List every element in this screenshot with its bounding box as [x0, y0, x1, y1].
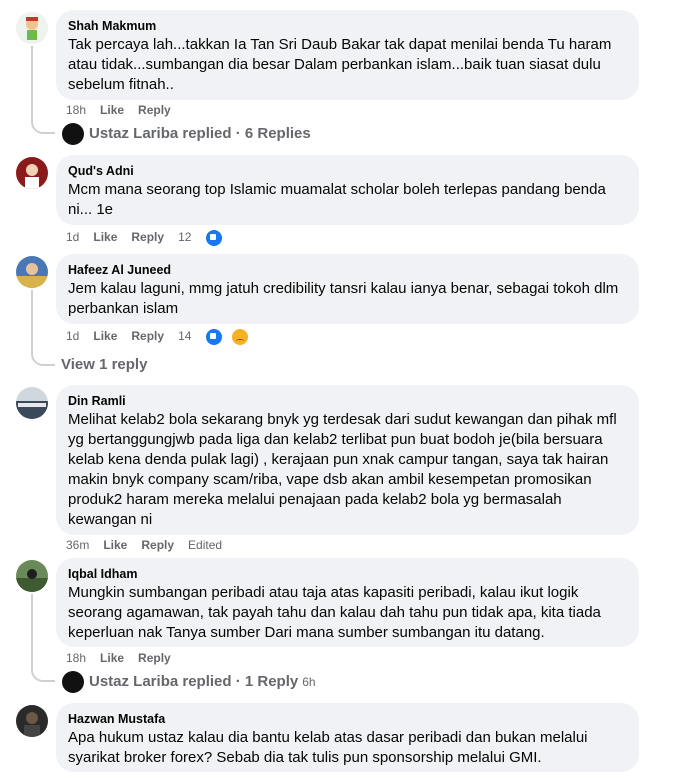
thread-curve — [31, 342, 55, 366]
avatar[interactable] — [16, 157, 48, 189]
thread-line — [31, 594, 33, 664]
sad-reaction-icon — [231, 328, 250, 346]
comment-text: Mungkin sumbangan peribadi atau taja ata… — [68, 584, 601, 641]
comment-meta: 1d Like Reply 14 — [66, 328, 277, 346]
comment-text: Tak percaya lah...takkan Ia Tan Sri Daub… — [68, 36, 612, 93]
like-button[interactable]: Like — [100, 651, 124, 665]
replier-avatar — [62, 671, 84, 693]
avatar[interactable] — [16, 560, 48, 592]
like-reaction-icon — [205, 229, 224, 247]
edited-label: Edited — [188, 538, 223, 552]
comment-bubble: Iqbal Idham Mungkin sumbangan peribadi a… — [56, 558, 639, 647]
view-replies-link[interactable]: View 1 reply — [61, 355, 147, 375]
reaction-count: 14 — [178, 329, 192, 344]
reaction-summary[interactable]: 12 — [178, 229, 237, 247]
like-button[interactable]: Like — [103, 538, 127, 552]
reply-time: 6h — [302, 675, 316, 689]
reaction-count: 12 — [178, 230, 192, 245]
commenter-name[interactable]: Iqbal Idham — [68, 566, 627, 582]
like-button[interactable]: Like — [93, 329, 117, 343]
thread-curve — [31, 658, 55, 682]
thread-line — [31, 46, 33, 116]
comment-meta: 18h Like Reply — [66, 650, 185, 666]
reply-button[interactable]: Reply — [131, 329, 164, 343]
like-reaction-icon — [205, 328, 224, 346]
reply-button[interactable]: Reply — [138, 651, 171, 665]
comment-meta: 18h Like Reply — [66, 102, 185, 118]
comment-bubble: Qud's Adni Mcm mana seorang top Islamic … — [56, 155, 639, 225]
comment-time[interactable]: 18h — [66, 103, 86, 117]
commenter-name[interactable]: Hazwan Mustafa — [68, 711, 627, 727]
comment-text: Melihat kelab2 bola sekarang bnyk yg ter… — [68, 411, 617, 528]
replier-avatar — [62, 123, 84, 145]
comment-time[interactable]: 18h — [66, 651, 86, 665]
thread-line — [31, 290, 33, 350]
reply-button[interactable]: Reply — [141, 538, 174, 552]
comment-bubble: Shah Makmum Tak percaya lah...takkan Ia … — [56, 10, 639, 100]
avatar[interactable] — [16, 256, 48, 288]
comment-bubble: Hafeez Al Juneed Jem kalau laguni, mmg j… — [56, 254, 639, 324]
comment-time[interactable]: 1d — [66, 230, 79, 244]
commenter-name[interactable]: Shah Makmum — [68, 18, 627, 34]
avatar[interactable] — [16, 387, 48, 419]
comment-text: Jem kalau laguni, mmg jatuh credibility … — [68, 280, 619, 317]
comment-bubble: Din Ramli Melihat kelab2 bola sekarang b… — [56, 385, 639, 535]
view-replies-link[interactable]: Ustaz Lariba replied · 6 Replies — [89, 124, 311, 144]
comment-meta: 1d Like Reply 12 — [66, 229, 251, 247]
comment-text: Apa hukum ustaz kalau dia bantu kelab at… — [68, 729, 588, 766]
reply-button[interactable]: Reply — [138, 103, 171, 117]
view-replies-link[interactable]: Ustaz Lariba replied · 1 Reply 6h — [89, 672, 316, 692]
reaction-summary[interactable]: 14 — [178, 328, 263, 346]
view-replies-text: Ustaz Lariba replied · 1 Reply — [89, 673, 299, 690]
commenter-name[interactable]: Qud's Adni — [68, 163, 627, 179]
reply-button[interactable]: Reply — [131, 230, 164, 244]
thread-curve — [31, 110, 55, 134]
comment-time[interactable]: 1d — [66, 329, 79, 343]
comment-meta: 36m Like Reply Edited — [66, 537, 236, 553]
like-button[interactable]: Like — [100, 103, 124, 117]
avatar[interactable] — [16, 705, 48, 737]
comment-time[interactable]: 36m — [66, 538, 89, 552]
like-button[interactable]: Like — [93, 230, 117, 244]
commenter-name[interactable]: Din Ramli — [68, 393, 627, 409]
comment-text: Mcm mana seorang top Islamic muamalat sc… — [68, 181, 606, 218]
comment-bubble: Hazwan Mustafa Apa hukum ustaz kalau dia… — [56, 703, 639, 772]
commenter-name[interactable]: Hafeez Al Juneed — [68, 262, 627, 278]
avatar[interactable] — [16, 12, 48, 44]
